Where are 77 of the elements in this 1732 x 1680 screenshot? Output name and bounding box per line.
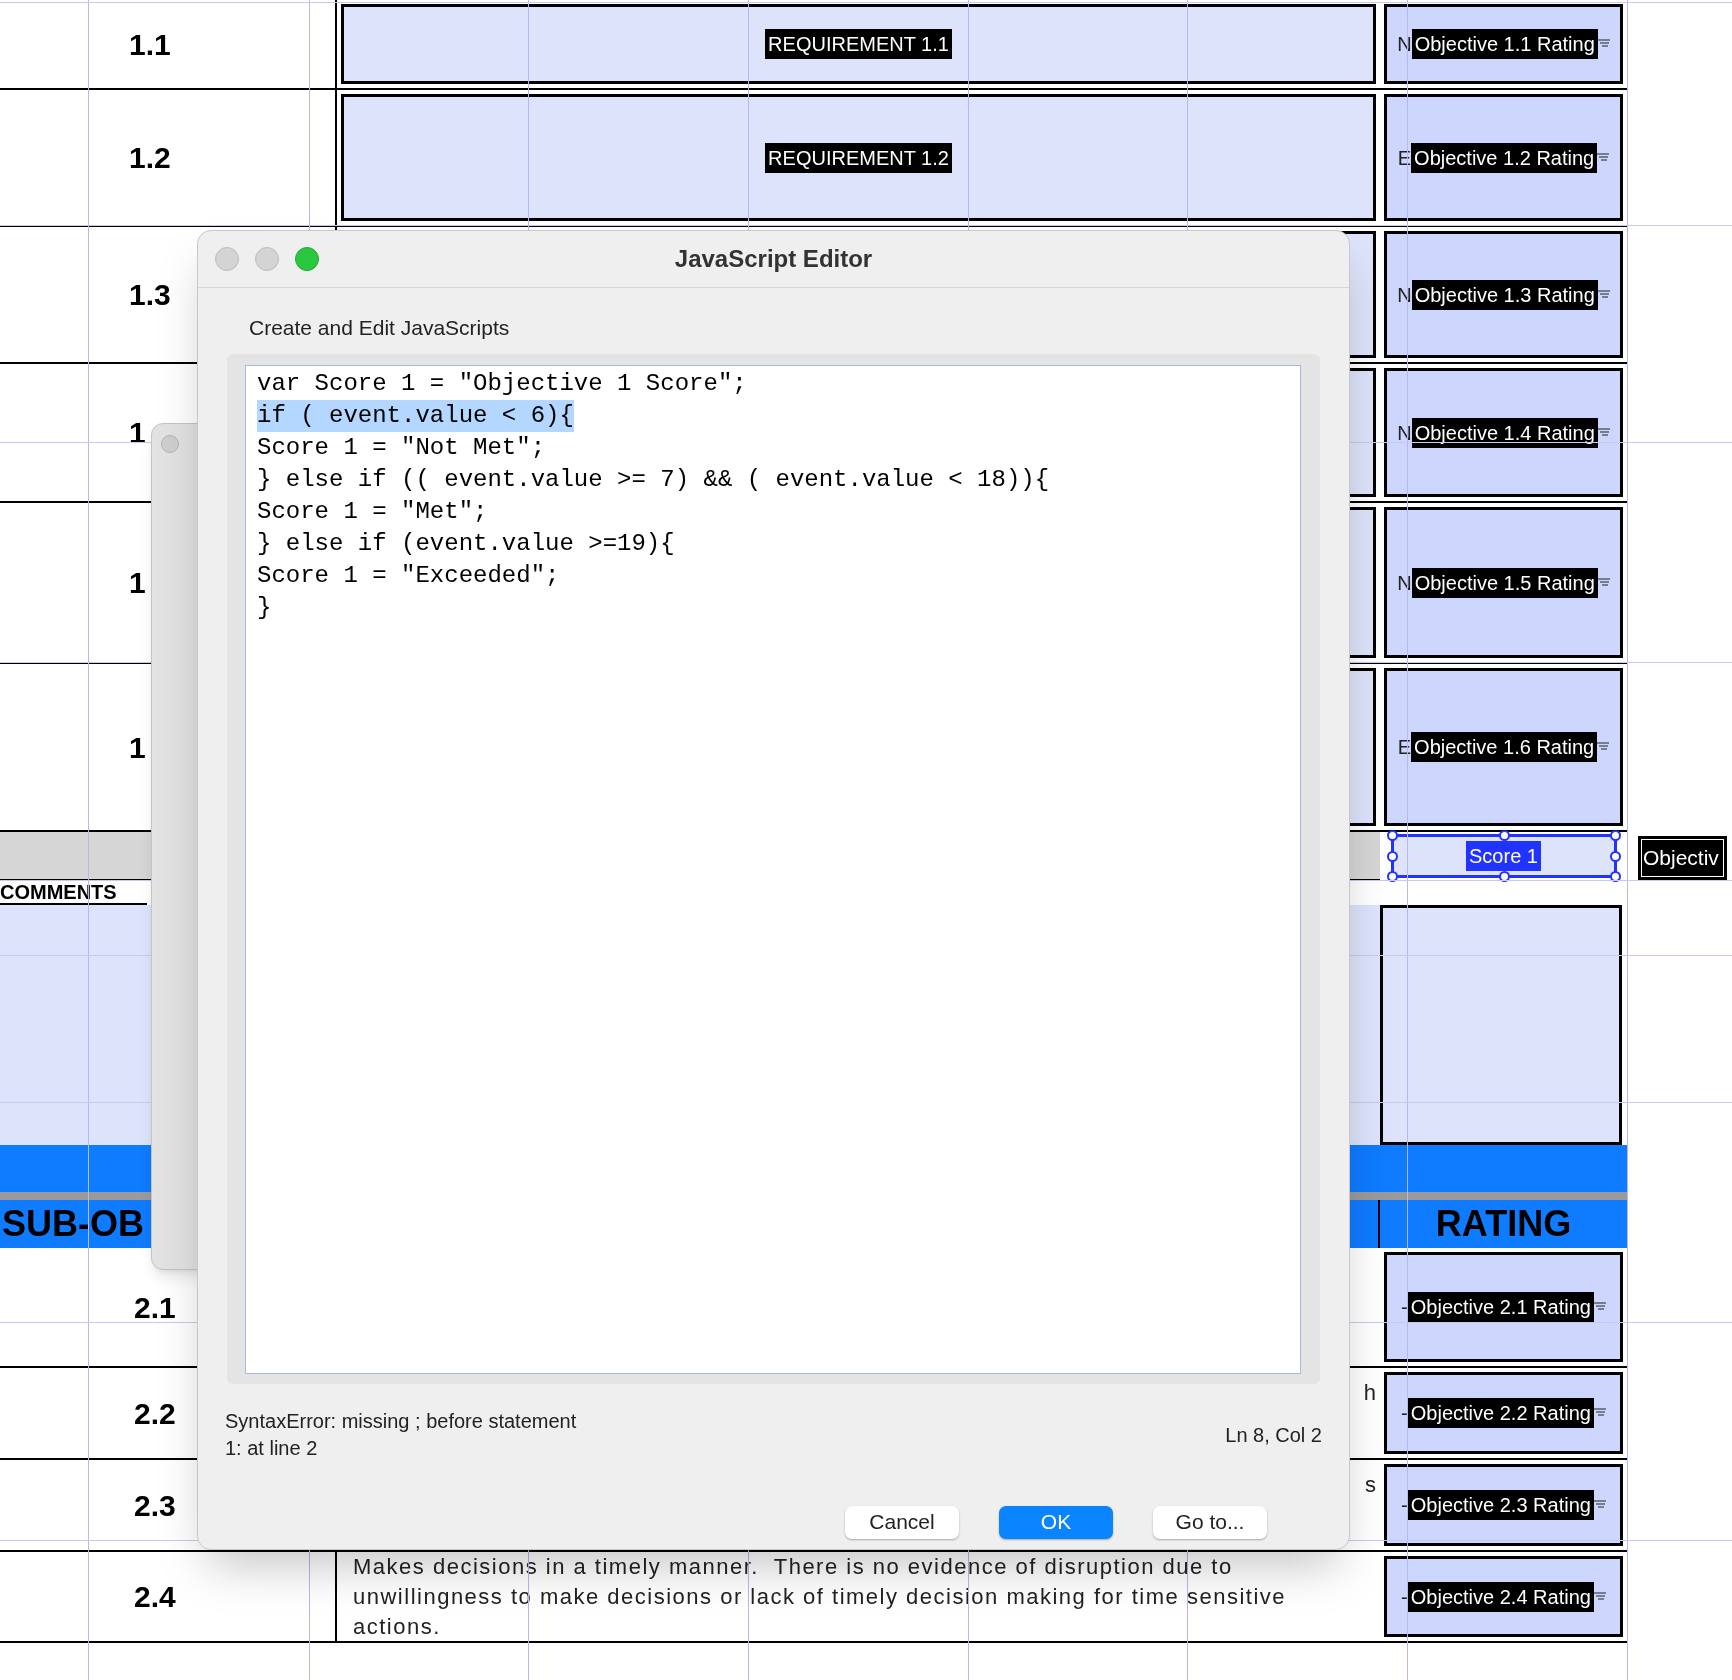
row-number: 2.4: [134, 1579, 176, 1615]
overflow-lines-icon: [1593, 1408, 1606, 1418]
rating-label: Objective 1.1 Rating: [1411, 29, 1598, 59]
row-number: 1: [129, 565, 146, 601]
requirement-text: h: [1363, 1379, 1376, 1407]
requirement-text: s: [1365, 1471, 1376, 1499]
overflow-lines-icon: [1597, 577, 1610, 588]
zoom-button[interactable]: [295, 247, 319, 271]
overflow-lines-icon: [1597, 742, 1610, 752]
requirement-field[interactable]: REQUIREMENT 1.1: [341, 4, 1376, 84]
overflow-lines-icon: [1593, 1302, 1606, 1312]
requirement-field[interactable]: REQUIREMENT 1.2: [341, 94, 1376, 221]
resize-handle[interactable]: [1386, 830, 1398, 841]
field-prefix: N: [1397, 32, 1412, 57]
error-message: 1: at line 2: [225, 1435, 319, 1461]
row-number: 1: [129, 729, 146, 766]
field-prefix: N: [1397, 282, 1412, 308]
rating-label: Objective 1.4 Rating: [1411, 417, 1598, 448]
row-number: 2.3: [134, 1487, 176, 1524]
overflow-lines-icon: [1597, 289, 1610, 300]
field-prefix: -: [1401, 1493, 1408, 1518]
requirement-label: REQUIREMENT 1.2: [765, 142, 952, 173]
dialog-button[interactable]: Cancel: [845, 1505, 959, 1539]
rating-label: Objective 2.3 Rating: [1407, 1490, 1594, 1520]
resize-handle[interactable]: [1386, 851, 1398, 862]
field-prefix: -: [1401, 1401, 1408, 1426]
requirement-label: REQUIREMENT 1.1: [765, 29, 952, 59]
rating-field[interactable]: N Objective 1.3 Rating: [1384, 231, 1623, 358]
score-value: Score 1: [1466, 841, 1541, 871]
rating-label: Objective 2.2 Rating: [1407, 1398, 1594, 1428]
rating-field[interactable]: -Objective 2.1 Rating: [1384, 1252, 1623, 1362]
dialog-button[interactable]: Go to...: [1153, 1505, 1267, 1539]
editor-label: Create and Edit JavaScripts: [249, 315, 511, 341]
window-title: JavaScript Editor: [673, 244, 874, 274]
overflow-lines-icon: [1593, 1591, 1606, 1602]
row-number: 1.1: [129, 26, 171, 63]
rating-field[interactable]: -Objective 2.4 Rating: [1384, 1556, 1623, 1637]
row-number: 1.3: [129, 277, 171, 313]
rating-label: Objective 1.2 Rating: [1411, 142, 1598, 173]
rating-field[interactable]: N Objective 1.5 Rating: [1384, 507, 1623, 658]
resize-handle[interactable]: [1498, 830, 1510, 841]
row-number: 2.1: [134, 1289, 176, 1326]
header-label: RATING: [1435, 1202, 1572, 1246]
cursor-position: Ln 8, Col 2: [1225, 1422, 1322, 1448]
rating-field[interactable]: -Objective 2.2 Rating: [1384, 1372, 1623, 1454]
field-prefix: N: [1397, 420, 1412, 446]
code-line: } else if (( event.value >= 7) && ( event.value < 18)){: [257, 464, 1050, 495]
error-message: SyntaxError: missing ; before statement: [225, 1408, 578, 1434]
overflow-lines-icon: [1597, 427, 1610, 438]
field-prefix: -: [1401, 1295, 1408, 1320]
side-field[interactable]: Objectiv: [1638, 836, 1727, 880]
dialog-button[interactable]: OK: [999, 1505, 1113, 1539]
row-number: 2.2: [134, 1395, 176, 1432]
overflow-lines-icon: [1593, 1500, 1606, 1510]
overflow-lines-icon: [1597, 39, 1610, 49]
field-prefix: -: [1401, 1584, 1408, 1610]
field-prefix: N: [1397, 570, 1412, 596]
code-line: Score 1 = "Not Met";: [257, 432, 546, 463]
code-line: Score 1 = "Met";: [257, 496, 488, 527]
code-line: } else if (event.value >=19){: [257, 528, 675, 559]
side-field-text: Objectiv: [1642, 845, 1719, 872]
code-line: Score 1 = "Exceeded";: [257, 560, 560, 591]
resize-handle[interactable]: [1609, 851, 1621, 862]
rating-field[interactable]: N Objective 1.1 Rating: [1384, 4, 1623, 84]
rating-label: Objective 1.6 Rating: [1411, 732, 1598, 762]
rating-label: Objective 1.3 Rating: [1411, 279, 1598, 310]
comments-side-field[interactable]: [1380, 905, 1622, 1145]
row-number: 1.2: [129, 140, 171, 176]
rating-field[interactable]: -Objective 2.3 Rating: [1384, 1464, 1623, 1546]
code-line: }: [257, 592, 272, 623]
rating-label: Objective 2.4 Rating: [1407, 1581, 1594, 1612]
overflow-lines-icon: [1597, 152, 1610, 163]
rating-field[interactable]: N Objective 1.4 Rating: [1384, 368, 1623, 497]
code-line: var Score 1 = "Objective 1 Score";: [257, 368, 747, 399]
rating-label: Objective 1.5 Rating: [1411, 567, 1598, 598]
rating-label: Objective 2.1 Rating: [1407, 1292, 1594, 1322]
resize-handle[interactable]: [1609, 830, 1621, 841]
